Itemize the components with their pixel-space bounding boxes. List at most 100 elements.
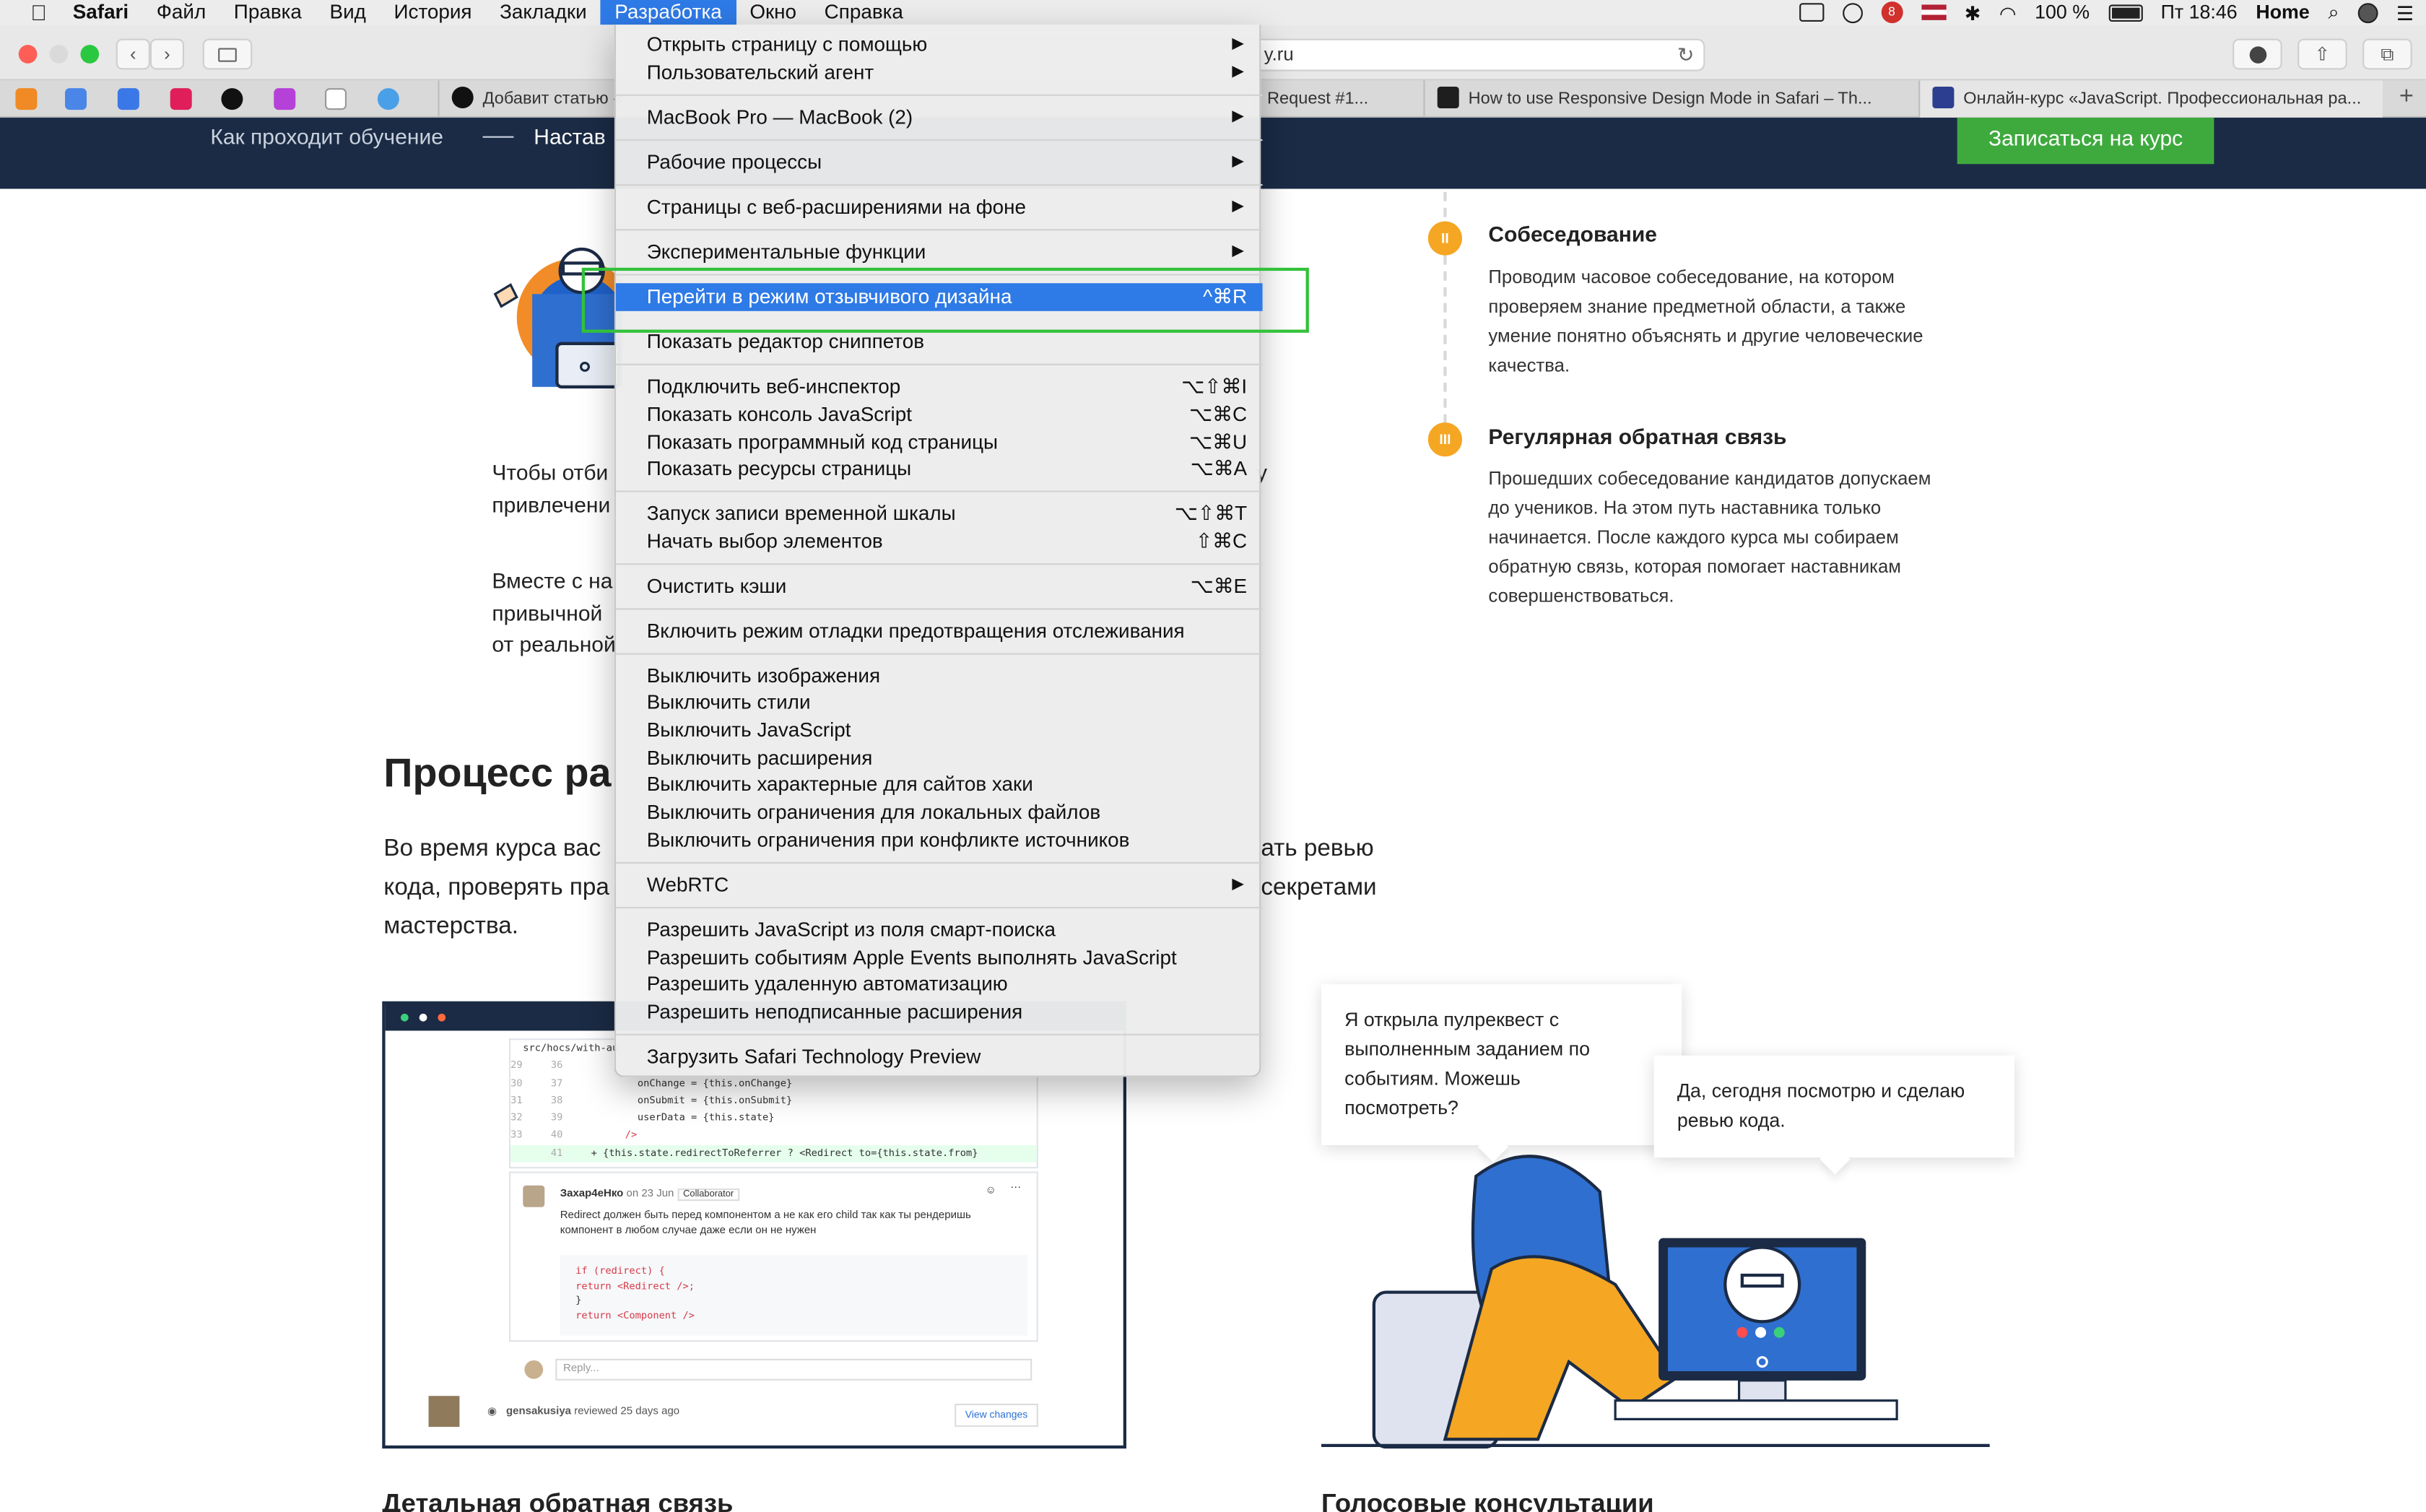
menu-item-web-inspector[interactable]: Подключить веб-инспектор ⌥⇧⌘I: [616, 373, 1263, 401]
speech-bubble-student: Я открыла пулреквест с выполненным задан…: [1321, 984, 1682, 1163]
menu-help[interactable]: Справка: [810, 0, 917, 25]
submenu-arrow-icon: ▶: [1232, 63, 1244, 81]
clock[interactable]: Пт 18:46: [2161, 1, 2238, 23]
notification-center-icon[interactable]: ☰: [2396, 1, 2414, 24]
menu-edit[interactable]: Правка: [220, 0, 316, 25]
menu-item-web-extension-pages[interactable]: Страницы с веб-расширениями на фоне ▶: [616, 194, 1263, 222]
menu-item-disable-styles[interactable]: Выключить стили: [616, 689, 1263, 717]
back-button[interactable]: ‹: [116, 38, 150, 70]
menu-item-experimental-features[interactable]: Экспериментальные функции ▶: [616, 238, 1263, 266]
menu-separator: [615, 363, 1263, 365]
menu-item-disable-images[interactable]: Выключить изображения: [616, 662, 1263, 690]
menu-item-download-stp[interactable]: Загрузить Safari Technology Preview: [616, 1043, 1263, 1072]
tab-3[interactable]: How to use Responsive Design Mode in Saf…: [1423, 80, 1915, 118]
favicon-github[interactable]: [221, 88, 243, 110]
creative-cloud-icon[interactable]: [1842, 2, 1863, 23]
flag-icon[interactable]: [1921, 4, 1947, 20]
bubble-mentor-text: Да, сегодня посмотрю и сделаю ревью кода…: [1677, 1080, 1965, 1131]
chevron-left-icon: ‹: [130, 43, 136, 66]
menu-separator: [615, 139, 1263, 142]
reviewer-avatar: [523, 1185, 545, 1207]
tabs-overview-button[interactable]: ⧉: [2362, 38, 2412, 70]
keyboard-icon[interactable]: [1799, 3, 1824, 22]
menu-item-disable-local-file-restrictions[interactable]: Выключить ограничения для локальных файл…: [616, 799, 1263, 827]
menu-item-allow-js-smart-search[interactable]: Разрешить JavaScript из поля смарт-поиск…: [616, 916, 1263, 944]
favicon-calendar[interactable]: [117, 88, 139, 110]
reply-input[interactable]: Reply...: [555, 1358, 1032, 1381]
downloads-button[interactable]: [2232, 38, 2282, 70]
menu-item-disable-javascript[interactable]: Выключить JavaScript: [616, 716, 1263, 744]
step-3-badge: III: [1427, 422, 1462, 457]
para-2-line-3: от реальной: [492, 631, 616, 656]
develop-menu: Открыть страницу с помощью ▶ Пользователь…: [614, 25, 1263, 1077]
shortcut: ⌥⇧⌘I: [1181, 374, 1248, 398]
menu-history[interactable]: История: [380, 0, 486, 25]
menu-view[interactable]: Вид: [316, 0, 380, 25]
battery-icon[interactable]: [2108, 4, 2142, 21]
menu-item-element-selection[interactable]: Начать выбор элементов ⇧⌘C: [616, 528, 1263, 556]
favicon-chrome[interactable]: [377, 88, 399, 110]
menu-develop[interactable]: Разработка: [600, 0, 736, 25]
menu-item-allow-apple-events[interactable]: Разрешить событиям Apple Events выполнят…: [616, 944, 1263, 972]
menu-item-device[interactable]: MacBook Pro — MacBook (2) ▶: [616, 104, 1263, 132]
menu-item-disable-extensions[interactable]: Выключить расширения: [616, 744, 1263, 773]
download-icon: [2248, 45, 2266, 63]
menu-item-page-resources[interactable]: Показать ресурсы страницы ⌥⌘A: [616, 455, 1263, 483]
nav-divider: [482, 136, 514, 138]
card-dot-green: [401, 1013, 409, 1022]
tab-4[interactable]: Онлайн-курс «JavaScript. Профессиональна…: [1918, 80, 2383, 118]
favicon-slack[interactable]: [170, 88, 192, 110]
menu-item-page-source[interactable]: Показать программный код страницы ⌥⌘U: [616, 429, 1263, 457]
close-window-button[interactable]: [18, 45, 38, 64]
menu-window[interactable]: Окно: [736, 0, 810, 25]
tab-1[interactable]: Добавит статью «: [438, 80, 623, 118]
reload-icon[interactable]: ↻: [1677, 40, 1694, 70]
menu-file[interactable]: Файл: [142, 0, 219, 25]
shortcut: ⌥⇧⌘T: [1174, 501, 1248, 525]
menu-item-empty-caches[interactable]: Очистить кэши ⌥⌘E: [616, 573, 1263, 601]
bluetooth-icon[interactable]: ✱: [1965, 1, 1981, 24]
share-icon: ⇧: [2314, 43, 2331, 66]
share-button[interactable]: ⇧: [2297, 38, 2347, 70]
step-2-badge: II: [1427, 221, 1462, 256]
favicon-app-6[interactable]: [274, 88, 296, 110]
zoom-window-button[interactable]: [80, 45, 100, 64]
menu-item-open-page-with[interactable]: Открыть страницу с помощью ▶: [616, 31, 1263, 59]
menu-bookmarks[interactable]: Закладки: [486, 0, 601, 25]
menu-item-webrtc[interactable]: WebRTC ▶: [616, 872, 1263, 900]
screen:  Safari Файл Правка Вид История Закладк…: [0, 0, 2426, 1512]
menu-safari[interactable]: Safari: [58, 0, 142, 25]
forward-button[interactable]: ›: [149, 38, 184, 70]
menu-item-user-agent[interactable]: Пользовательский агент ▶: [616, 58, 1263, 87]
menu-item-disable-site-hacks[interactable]: Выключить характерные для сайтов хаки: [616, 770, 1263, 799]
favicon-app-1[interactable]: [15, 88, 38, 110]
user-name[interactable]: Home: [2256, 1, 2309, 23]
menu-item-disable-cors-restrictions[interactable]: Выключить ограничения при конфликте исто…: [616, 827, 1263, 855]
favicon-google-translate[interactable]: [65, 88, 87, 110]
menu-item-allow-unsigned-extensions[interactable]: Разрешить неподписанные расширения: [616, 998, 1263, 1026]
signup-button[interactable]: Записаться на курс: [1957, 117, 2214, 165]
wifi-icon[interactable]: ◠: [1999, 1, 2016, 24]
sidebar-button[interactable]: [202, 38, 253, 70]
menu-item-itp-debug-mode[interactable]: Включить режим отладки предотвращения от…: [616, 617, 1263, 646]
emoji-reaction-icon[interactable]: ☺: [986, 1186, 996, 1196]
menu-item-timeline-recording[interactable]: Запуск записи временной шкалы ⌥⇧⌘T: [616, 500, 1263, 528]
minimize-window-button[interactable]: [49, 45, 69, 64]
tab-2[interactable]: Request #1...: [1253, 80, 1424, 118]
menu-item-js-console[interactable]: Показать консоль JavaScript ⌥⌘C: [616, 401, 1263, 429]
spotlight-icon[interactable]: ⌕: [2328, 1, 2339, 24]
siri-icon[interactable]: [2357, 2, 2378, 23]
notification-badge[interactable]: 8: [1881, 1, 1903, 24]
new-tab-button[interactable]: +: [2399, 84, 2414, 112]
nav-link-how-it-works[interactable]: Как проходит обучение: [210, 123, 443, 148]
menu-item-service-workers[interactable]: Рабочие процессы ▶: [616, 149, 1263, 177]
submenu-arrow-icon: ▶: [1232, 35, 1244, 53]
nav-link-mentors[interactable]: Настав: [534, 123, 605, 148]
apple-menu-icon[interactable]: : [19, 0, 59, 25]
favicon-notion[interactable]: [325, 88, 347, 110]
menu-item-allow-remote-automation[interactable]: Разрешить удаленную автоматизацию: [616, 970, 1263, 999]
more-options-icon[interactable]: ···: [1010, 1182, 1021, 1193]
macos-menubar:  Safari Файл Правка Вид История Закладк…: [0, 0, 2426, 25]
view-changes-button[interactable]: View changes: [955, 1403, 1038, 1428]
chevron-right-icon: ›: [164, 43, 170, 66]
